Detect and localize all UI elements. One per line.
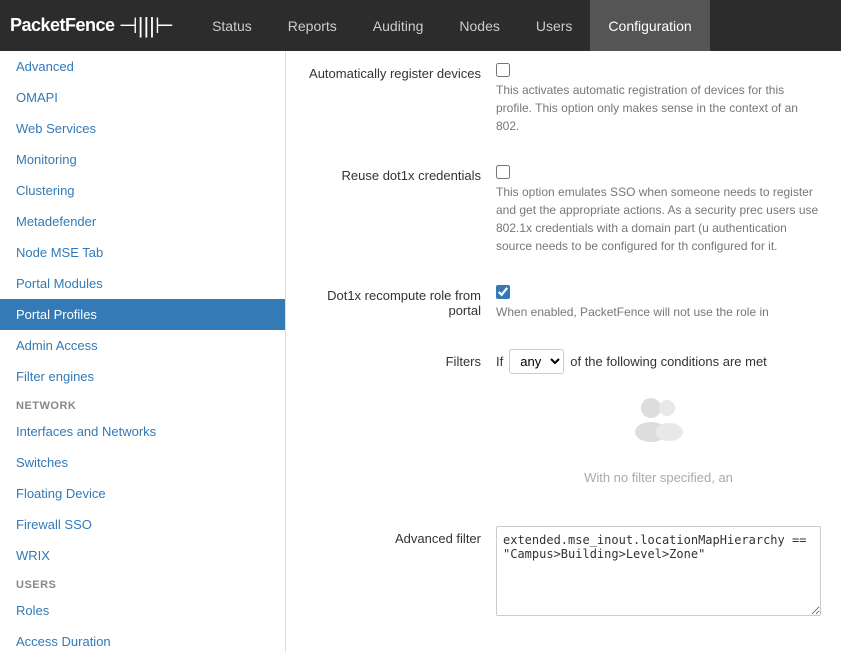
logo: PacketFence ⊣|||⊢ (10, 13, 174, 39)
nav-status[interactable]: Status (194, 0, 270, 51)
sidebar-item-filter-engines[interactable]: Filter engines (0, 361, 285, 392)
sidebar-item-access-duration[interactable]: Access Duration (0, 626, 285, 652)
reuse-dot1x-control: This option emulates SSO when someone ne… (496, 163, 821, 255)
auto-register-checkbox[interactable] (496, 63, 510, 77)
filters-any-select[interactable]: any all (509, 349, 564, 374)
dot1x-recompute-control: When enabled, PacketFence will not use t… (496, 283, 821, 321)
sidebar-item-portal-modules[interactable]: Portal Modules (0, 268, 285, 299)
dot1x-recompute-checkbox-wrapper (496, 283, 821, 299)
advanced-filter-label: Advanced filter (296, 526, 496, 621)
nav-reports[interactable]: Reports (270, 0, 355, 51)
form-section: Automatically register devices This acti… (286, 51, 841, 652)
filters-control: If any all of the following conditions a… (496, 349, 821, 498)
sidebar-item-roles[interactable]: Roles (0, 595, 285, 626)
advanced-filter-control (496, 526, 821, 621)
logo-text: PacketFence (10, 15, 115, 36)
auto-register-checkbox-wrapper (496, 61, 821, 77)
dot1x-recompute-checkbox[interactable] (496, 285, 510, 299)
dot1x-recompute-desc: When enabled, PacketFence will not use t… (496, 303, 821, 321)
advanced-filter-row: Advanced filter (296, 526, 821, 631)
sidebar-item-web-services[interactable]: Web Services (0, 113, 285, 144)
sidebar-item-metadefender[interactable]: Metadefender (0, 206, 285, 237)
filters-if-label: If (496, 352, 503, 372)
sidebar-item-advanced[interactable]: Advanced (0, 51, 285, 82)
filters-conditions-text: of the following conditions are met (570, 352, 767, 372)
nav-auditing[interactable]: Auditing (355, 0, 442, 51)
sidebar: Advanced OMAPI Web Services Monitoring C… (0, 51, 286, 652)
sidebar-item-omapi[interactable]: OMAPI (0, 82, 285, 113)
filters-label: Filters (296, 349, 496, 498)
nav-configuration[interactable]: Configuration (590, 0, 709, 51)
nav-users[interactable]: Users (518, 0, 591, 51)
main-layout: Advanced OMAPI Web Services Monitoring C… (0, 51, 841, 652)
sidebar-item-node-mse-tab[interactable]: Node MSE Tab (0, 237, 285, 268)
reuse-dot1x-desc: This option emulates SSO when someone ne… (496, 183, 821, 255)
section-users-header: USERS (0, 571, 285, 595)
nav-items: Status Reports Auditing Nodes Users Conf… (194, 0, 710, 51)
filters-condition-row: If any all of the following conditions a… (496, 349, 821, 374)
reuse-dot1x-label: Reuse dot1x credentials (296, 163, 496, 255)
sidebar-item-admin-access[interactable]: Admin Access (0, 330, 285, 361)
reuse-dot1x-checkbox[interactable] (496, 165, 510, 179)
auto-register-control: This activates automatic registration of… (496, 61, 821, 135)
sidebar-item-switches[interactable]: Switches (0, 447, 285, 478)
sidebar-item-interfaces-networks[interactable]: Interfaces and Networks (0, 416, 285, 447)
sidebar-item-clustering[interactable]: Clustering (0, 175, 285, 206)
sidebar-item-monitoring[interactable]: Monitoring (0, 144, 285, 175)
no-filter-area: With no filter specified, an (496, 382, 821, 498)
sidebar-item-wrix[interactable]: WRIX (0, 540, 285, 571)
auto-register-desc: This activates automatic registration of… (496, 81, 821, 135)
users-placeholder-icon (629, 392, 689, 464)
advanced-filter-textarea[interactable] (496, 526, 821, 616)
sidebar-item-firewall-sso[interactable]: Firewall SSO (0, 509, 285, 540)
logo-icon: ⊣|||⊢ (119, 13, 174, 39)
top-nav: PacketFence ⊣|||⊢ Status Reports Auditin… (0, 0, 841, 51)
dot1x-recompute-label: Dot1x recompute role from portal (296, 283, 496, 321)
reuse-dot1x-row: Reuse dot1x credentials This option emul… (296, 163, 821, 265)
dot1x-recompute-row: Dot1x recompute role from portal When en… (296, 283, 821, 331)
auto-register-row: Automatically register devices This acti… (296, 61, 821, 145)
filters-row: Filters If any all of the following cond… (296, 349, 821, 508)
section-network-header: NETWORK (0, 392, 285, 416)
reuse-dot1x-checkbox-wrapper (496, 163, 821, 179)
auto-register-label: Automatically register devices (296, 61, 496, 135)
nav-nodes[interactable]: Nodes (441, 0, 517, 51)
no-filter-text: With no filter specified, an (584, 468, 733, 488)
main-content: Automatically register devices This acti… (286, 51, 841, 652)
sidebar-item-floating-device[interactable]: Floating Device (0, 478, 285, 509)
sidebar-item-portal-profiles[interactable]: Portal Profiles (0, 299, 285, 330)
